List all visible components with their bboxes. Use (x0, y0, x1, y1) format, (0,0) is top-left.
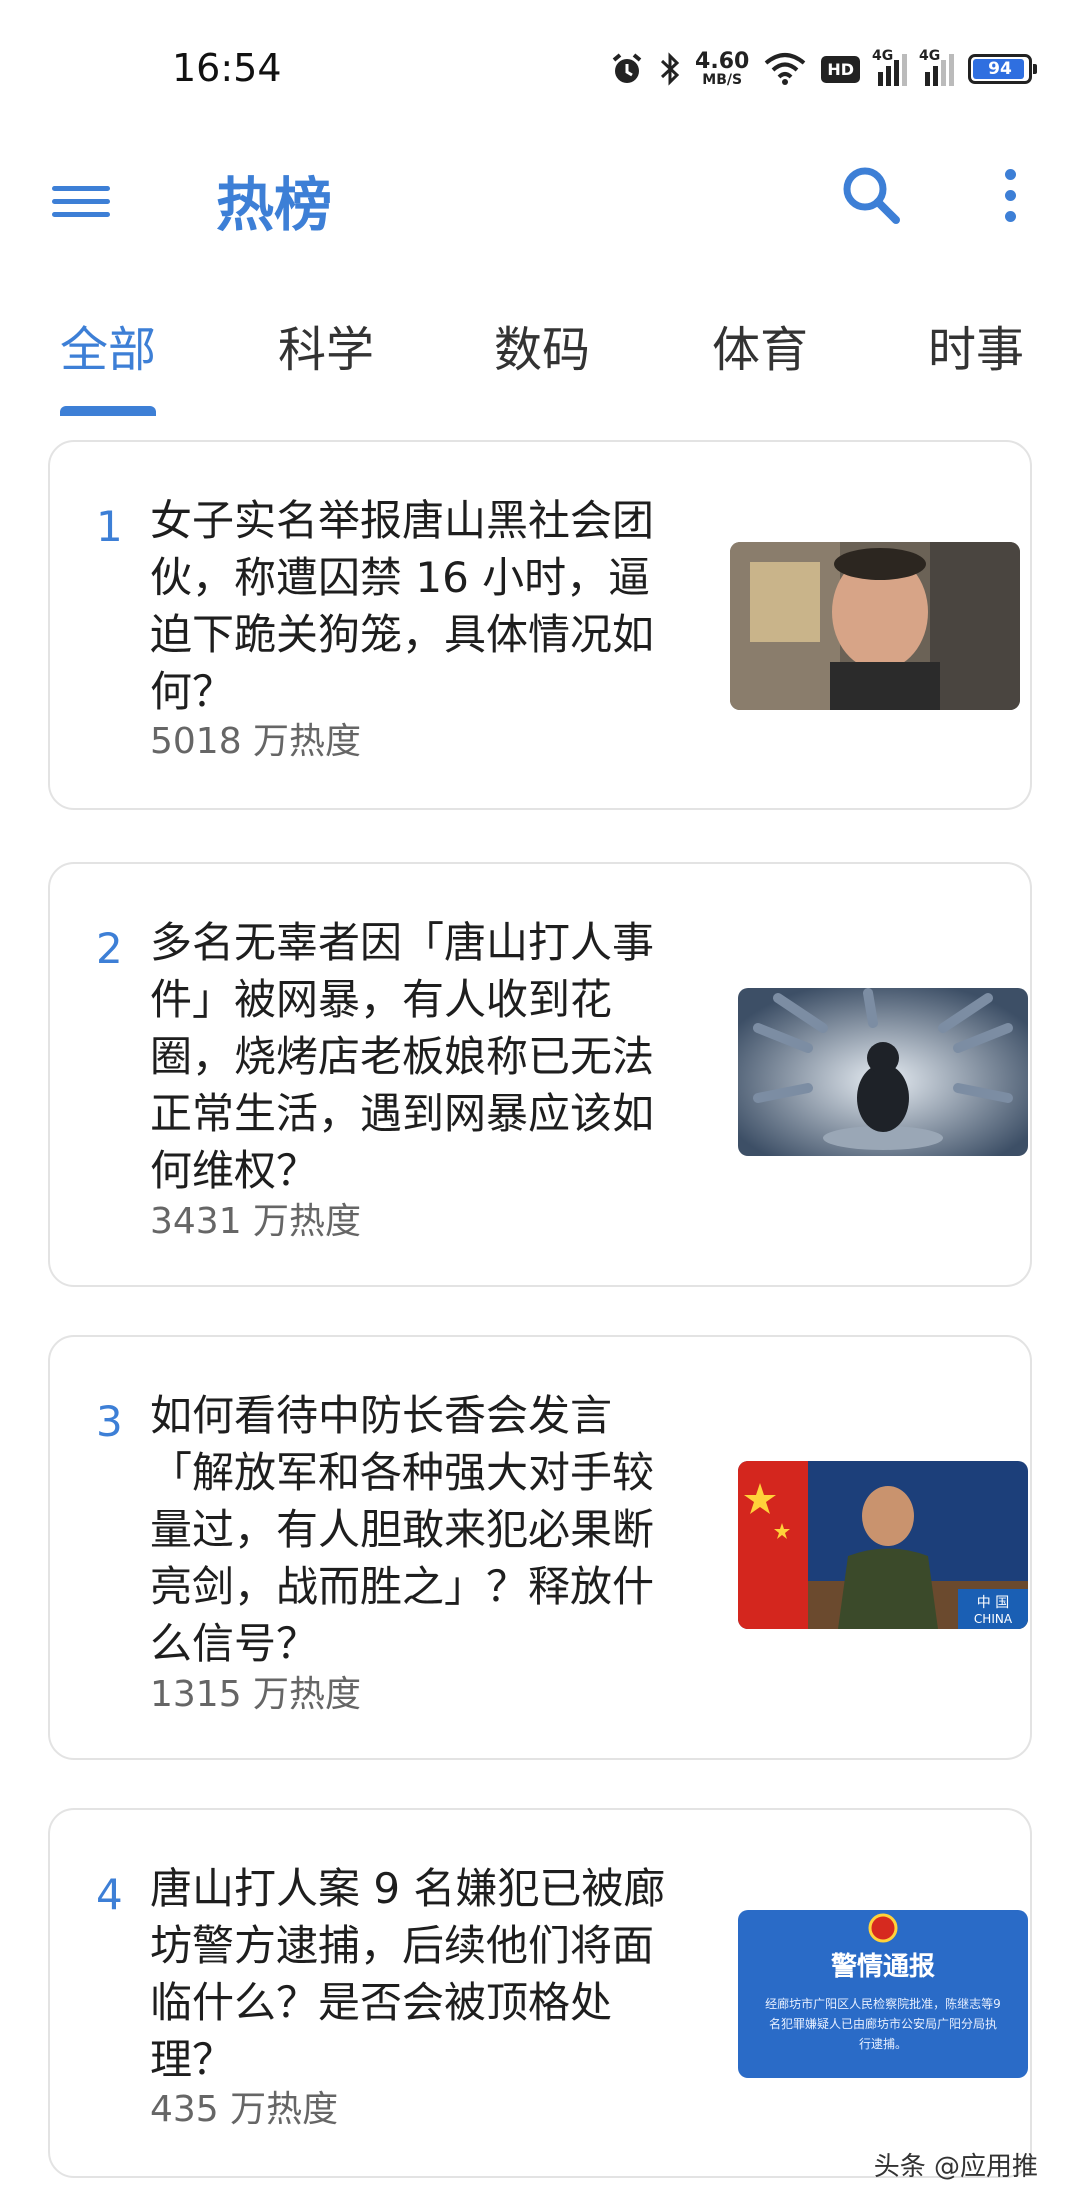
thumbnail-image: 中 国 CHINA (738, 1461, 1028, 1629)
hot-list-item[interactable]: 2 多名无辜者因「唐山打人事件」被网暴，有人收到花圈，烧烤店老板娘称已无法正常生… (48, 862, 1032, 1287)
watermark: 头条 @应用推 (873, 2152, 1038, 2182)
alarm-icon (612, 53, 642, 83)
notice-title: 警情通报 (830, 1952, 935, 1982)
net-speed: 4.60 MB/S (695, 49, 750, 88)
svg-text:CHINA: CHINA (974, 1612, 1013, 1626)
category-tabs: 全部 科学 数码 体育 时事 (0, 300, 1080, 420)
page-title: 热榜 (216, 171, 333, 239)
battery-icon: 94 (968, 54, 1037, 84)
app-bar: 热榜 (0, 140, 1080, 290)
heat-count: 5018 万热度 (150, 721, 362, 762)
rank-number: 4 (96, 1870, 123, 1919)
item-title: 多名无辜者因「唐山打人事件」被网暴，有人收到花圈，烧烤店老板娘称已无法正常生活，… (150, 918, 655, 1195)
item-title: 唐山打人案 9 名嫌犯已被廊坊警方逮捕，后续他们将面临什么？是否会被顶格处理？ (150, 1864, 666, 2084)
item-title: 如何看待中防长香会发言「解放军和各种强大对手较量过，有人胆敢来犯必果断亮剑，战而… (150, 1391, 655, 1668)
thumbnail-image: 警情通报 经廊坊市广阳区人民检察院批准，陈继志等9名犯罪嫌疑人已由廊坊市公安局广… (738, 1910, 1028, 2078)
heat-count: 3431 万热度 (150, 1201, 362, 1242)
tab-digital[interactable]: 数码 (494, 310, 590, 380)
rank-number: 3 (96, 1397, 123, 1446)
rank-number: 1 (96, 502, 123, 551)
rank-number: 2 (96, 924, 123, 973)
more-options-button[interactable] (990, 160, 1030, 230)
hd-badge: HD (821, 55, 860, 83)
hot-list-item[interactable]: 3 如何看待中防长香会发言「解放军和各种强大对手较量过，有人胆敢来犯必果断亮剑，… (48, 1335, 1032, 1760)
search-button[interactable] (836, 160, 906, 230)
signal-icon-1: 4G (872, 48, 907, 86)
status-icons: 4.60 MB/S HD 4G 4G 94 (609, 44, 1037, 94)
tab-sports[interactable]: 体育 (712, 310, 808, 380)
hot-list-item[interactable]: 1 女子实名举报唐山黑社会团伙，称遭囚禁 16 小时，逼迫下跪关狗笼，具体情况如… (48, 440, 1032, 810)
heat-count: 435 万热度 (150, 2089, 339, 2130)
tab-science[interactable]: 科学 (278, 310, 374, 380)
signal-icon-2: 4G (919, 48, 954, 86)
search-icon (843, 167, 900, 224)
hot-list-item[interactable]: 4 唐山打人案 9 名嫌犯已被廊坊警方逮捕，后续他们将面临什么？是否会被顶格处理… (48, 1808, 1032, 2178)
thumbnail-image (738, 988, 1028, 1156)
bluetooth-icon (661, 52, 680, 86)
tab-all[interactable]: 全部 (60, 310, 156, 380)
wifi-icon (765, 53, 806, 85)
status-bar: 16:54 4.60 MB/S HD 4G 4G 94 (0, 0, 1080, 140)
svg-text:中 国: 中 国 (977, 1595, 1009, 1611)
item-title: 女子实名举报唐山黑社会团伙，称遭囚禁 16 小时，逼迫下跪关狗笼，具体情况如何？ (150, 496, 655, 716)
menu-button[interactable] (52, 168, 118, 234)
heat-count: 1315 万热度 (150, 1674, 362, 1715)
status-time: 16:54 (172, 46, 282, 90)
more-vert-icon (1004, 168, 1016, 180)
thumbnail-image (730, 542, 1020, 710)
tab-indicator (60, 406, 156, 416)
menu-icon (52, 185, 110, 191)
notice-text: 经廊坊市广阳区人民检察院批准，陈继志等9名犯罪嫌疑人已由廊坊市公安局广阳分局执行… (765, 1997, 1001, 2051)
tab-current-affairs[interactable]: 时事 (928, 310, 1024, 380)
